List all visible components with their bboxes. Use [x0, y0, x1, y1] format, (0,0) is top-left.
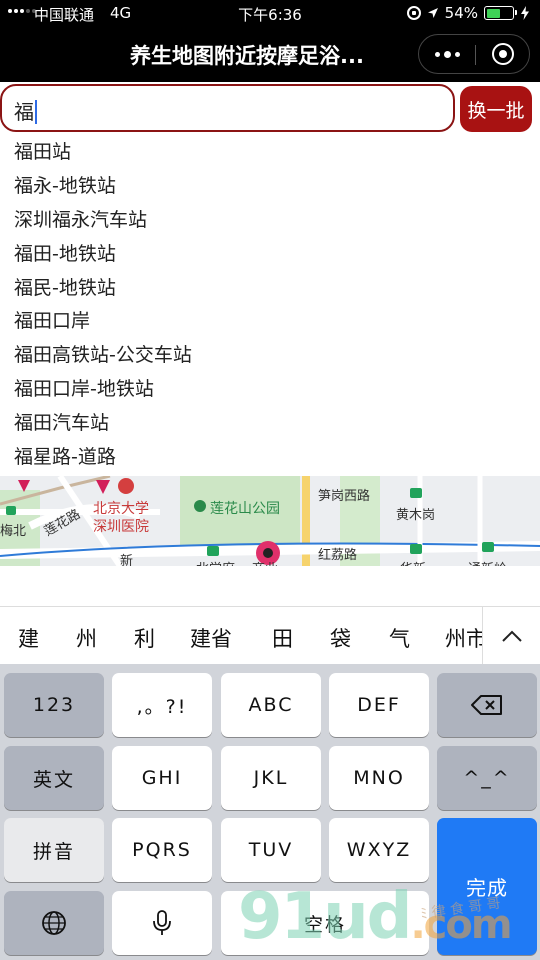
globe-key[interactable] — [4, 891, 104, 955]
suggestion-item[interactable]: 深圳福永汽车站 — [14, 204, 524, 238]
suggestion-item[interactable]: 福永-地铁站 — [14, 170, 524, 204]
map-label: 华新 — [400, 558, 426, 566]
status-bar: 中国联通 4G 下午6:36 54% — [0, 0, 540, 28]
charging-bolt-icon — [521, 6, 529, 20]
more-dots-icon — [434, 50, 460, 58]
key-123[interactable]: 123 — [4, 673, 104, 737]
suggestion-item[interactable]: 福田-地铁站 — [14, 238, 524, 272]
page-title: 养生地图附近按摩足浴... — [130, 44, 364, 68]
key-emoticon[interactable]: ^_^ — [437, 746, 537, 810]
map-label: 莲花山公园 — [210, 501, 280, 517]
miniprogram-capsule — [418, 34, 530, 74]
title-bar: 养生地图附近按摩足浴... — [0, 28, 540, 82]
key-english[interactable]: 英文 — [4, 746, 104, 810]
capsule-close-icon — [492, 43, 514, 65]
orientation-lock-icon — [406, 6, 421, 20]
key-abc[interactable]: ABC — [221, 673, 321, 737]
close-button[interactable] — [476, 35, 530, 73]
key-punctuation[interactable]: ,。?! — [112, 673, 212, 737]
key-pinyin[interactable]: 拼音 — [4, 818, 104, 882]
key-ghi[interactable]: GHI — [112, 746, 212, 810]
top-bar: 中国联通 4G 下午6:36 54% 养生地图附近按摩足浴... — [0, 0, 540, 82]
map-label: 北学府 — [196, 558, 235, 566]
map-label: 黄木岗 — [396, 508, 436, 523]
key-def[interactable]: DEF — [329, 673, 429, 737]
search-input[interactable]: 福 — [0, 84, 455, 132]
candidate-word[interactable]: 田 — [272, 623, 293, 653]
suggestion-item[interactable]: 福星路-道路 — [14, 441, 524, 475]
key-pqrs[interactable]: PQRS — [112, 818, 212, 882]
battery-icon — [484, 6, 517, 20]
map-view[interactable]: 北京大学 深圳医院 莲花山公园 笋岗西路 黄木岗 莲花路 梅北 红荔路 新 北学… — [0, 476, 540, 566]
chevron-up-icon — [501, 630, 522, 642]
key-tuv[interactable]: TUV — [221, 818, 321, 882]
key-mno[interactable]: MNO — [329, 746, 429, 810]
backspace-icon — [471, 695, 502, 715]
battery-percent: 54% — [444, 4, 478, 22]
map-label: 梅北 — [0, 524, 27, 539]
watermark-logo: 91ud.com — [238, 880, 513, 954]
map-label: 通新岭 — [468, 558, 507, 566]
spacer — [0, 566, 540, 606]
suggestion-item[interactable]: 福田口岸-地铁站 — [14, 373, 524, 407]
search-input-value: 福 — [14, 96, 37, 125]
suggestion-item[interactable]: 福田站 — [14, 136, 524, 170]
candidate-word[interactable]: 气 — [389, 623, 410, 653]
suggestion-item[interactable]: 福田口岸 — [14, 305, 524, 339]
map-label: 新 — [120, 554, 134, 566]
map-label: 笋岗西路 — [318, 489, 371, 504]
map-label: 红荔路 — [318, 548, 358, 563]
backspace-key[interactable] — [437, 673, 537, 737]
map-label: 深圳医院 — [93, 519, 149, 535]
candidate-word[interactable]: 州 — [76, 623, 97, 653]
more-button[interactable] — [419, 35, 475, 73]
key-wxyz[interactable]: WXYZ — [329, 818, 429, 882]
microphone-key[interactable] — [112, 891, 212, 955]
key-jkl[interactable]: JKL — [221, 746, 321, 810]
suggestion-item[interactable]: 福民-地铁站 — [14, 272, 524, 306]
candidate-word[interactable]: 袋 — [330, 623, 351, 653]
text-caret — [35, 100, 37, 124]
suggestion-list: 福田站 福永-地铁站 深圳福永汽车站 福田-地铁站 福民-地铁站 福田口岸 福田… — [14, 136, 524, 475]
location-arrow-icon — [427, 8, 438, 18]
ime-candidate-bar: 建 州 利 建省 田 袋 气 州市 — [0, 606, 540, 665]
map-label: 北京大学 — [93, 501, 149, 517]
globe-icon — [42, 911, 66, 935]
refresh-button[interactable]: 换一批 — [460, 86, 532, 132]
expand-candidates-button[interactable] — [482, 607, 540, 665]
candidate-word[interactable]: 利 — [134, 623, 155, 653]
map-label: 商业 — [252, 558, 278, 566]
candidate-word[interactable]: 建 — [18, 623, 39, 653]
candidate-word[interactable]: 州市 — [445, 623, 482, 653]
suggestion-item[interactable]: 福田汽车站 — [14, 407, 524, 441]
suggestion-item[interactable]: 福田高铁站-公交车站 — [14, 339, 524, 373]
microphone-icon — [153, 910, 171, 935]
candidate-word[interactable]: 建省 — [190, 623, 232, 653]
